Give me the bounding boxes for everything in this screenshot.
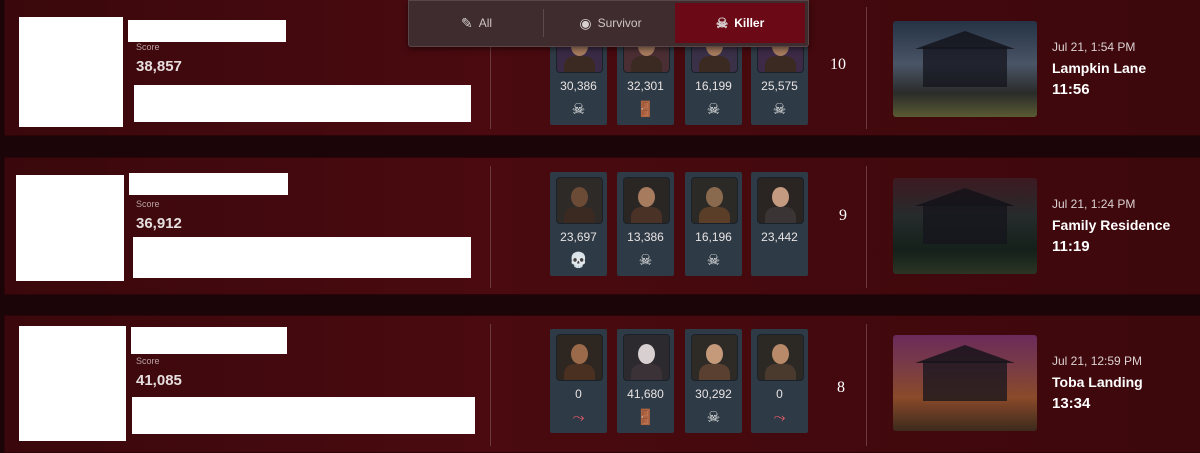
divider xyxy=(866,166,867,288)
survivor-points: 13,386 xyxy=(627,230,664,244)
survivor-portrait xyxy=(691,334,738,381)
tab-label: Survivor xyxy=(597,16,642,30)
tab-label: Killer xyxy=(734,16,765,30)
match-date: Jul 21, 12:59 PM xyxy=(1052,354,1143,368)
tab-label: All xyxy=(478,16,493,30)
tab-all[interactable]: ✎ All xyxy=(411,3,542,43)
redacted-details xyxy=(134,85,471,122)
redacted-player-name xyxy=(131,327,287,354)
survivor-points: 41,680 xyxy=(627,387,664,401)
redacted-avatar xyxy=(19,326,126,441)
tab-survivor[interactable]: ◉ Survivor xyxy=(545,3,676,43)
match-rank: 8 xyxy=(837,379,845,396)
match-rank: 10 xyxy=(830,56,846,73)
survivor-points: 16,199 xyxy=(695,79,732,93)
disconnected-icon: ⤳ xyxy=(572,409,585,426)
redacted-avatar xyxy=(19,17,123,127)
survivor-points: 23,697 xyxy=(560,230,597,244)
redacted-player-name xyxy=(128,20,286,42)
survivor-points: 0 xyxy=(776,387,783,401)
divider xyxy=(490,166,491,288)
divider xyxy=(490,324,491,446)
killed-icon: 💀 xyxy=(569,252,588,269)
escaped-icon: 🚪 xyxy=(636,409,655,426)
survivor-card[interactable]: 0 ⤳ xyxy=(550,329,607,433)
sacrificed-icon: ☠ xyxy=(772,101,787,118)
survivor-portrait xyxy=(691,177,738,224)
match-rank: 9 xyxy=(839,207,847,224)
killer-icon: ☠ xyxy=(715,15,729,31)
score-value: 38,857 xyxy=(136,58,182,75)
match-date: Jul 21, 1:54 PM xyxy=(1052,40,1136,54)
role-filter-tabs: ✎ All ◉ Survivor ☠ Killer xyxy=(408,0,809,47)
map-name: Lampkin Lane xyxy=(1052,60,1147,76)
sacrificed-icon: ☠ xyxy=(571,101,586,118)
survivor-card[interactable]: 30,292 ☠ xyxy=(685,329,742,433)
divider xyxy=(866,7,867,129)
score-label: Score xyxy=(136,42,160,52)
survivor-card[interactable]: 23,697 💀 xyxy=(550,172,607,276)
escaped-icon: 🚪 xyxy=(636,101,655,118)
score-value: 36,912 xyxy=(136,215,182,232)
divider xyxy=(543,9,544,37)
survivor-portrait xyxy=(623,334,670,381)
map-name: Toba Landing xyxy=(1052,374,1143,390)
survivor-portrait xyxy=(556,177,603,224)
survivor-points: 30,292 xyxy=(695,387,732,401)
match-date: Jul 21, 1:24 PM xyxy=(1052,197,1136,211)
redacted-player-name xyxy=(129,173,288,195)
survivor-portrait xyxy=(757,334,804,381)
match-duration: 11:56 xyxy=(1052,81,1090,98)
match-row[interactable]: Score 36,912 23,697 💀 13,386 ☠ 16,196 ☠ … xyxy=(4,157,1200,295)
survivor-portrait xyxy=(623,177,670,224)
sacrificed-icon: ☠ xyxy=(638,252,653,269)
survivor-points: 30,386 xyxy=(560,79,597,93)
redacted-details xyxy=(133,237,471,278)
map-name: Family Residence xyxy=(1052,217,1171,233)
score-value: 41,085 xyxy=(136,372,182,389)
score-label: Score xyxy=(136,199,160,209)
match-duration: 13:34 xyxy=(1052,395,1091,412)
survivor-portrait xyxy=(757,177,804,224)
redacted-details xyxy=(132,397,475,434)
map-thumbnail xyxy=(893,21,1037,117)
match-duration: 11:19 xyxy=(1052,238,1090,255)
score-label: Score xyxy=(136,356,160,366)
sacrificed-icon: ☠ xyxy=(706,409,721,426)
survivor-icon: ◉ xyxy=(579,15,592,31)
survivor-card[interactable]: 0 ⤳ xyxy=(751,329,808,433)
tab-killer[interactable]: ☠ Killer xyxy=(675,3,805,43)
survivor-points: 16,196 xyxy=(695,230,732,244)
map-thumbnail xyxy=(893,178,1037,274)
survivor-points: 0 xyxy=(575,387,582,401)
match-row[interactable]: Score 41,085 0 ⤳ 41,680 🚪 30,292 ☠ 0 ⤳ 8… xyxy=(4,315,1200,453)
survivor-portrait xyxy=(556,334,603,381)
disconnected-icon: ⤳ xyxy=(773,409,786,426)
redacted-avatar xyxy=(16,175,124,281)
sacrificed-icon: ☠ xyxy=(706,252,721,269)
divider xyxy=(866,324,867,446)
all-icon: ✎ xyxy=(460,15,473,31)
survivor-card[interactable]: 41,680 🚪 xyxy=(617,329,674,433)
survivor-card[interactable]: 16,196 ☠ xyxy=(685,172,742,276)
survivor-card[interactable]: 13,386 ☠ xyxy=(617,172,674,276)
map-thumbnail xyxy=(893,335,1037,431)
survivor-card[interactable]: 23,442 xyxy=(751,172,808,276)
sacrificed-icon: ☠ xyxy=(706,101,721,118)
survivor-points: 25,575 xyxy=(761,79,798,93)
survivor-points: 32,301 xyxy=(627,79,664,93)
survivor-points: 23,442 xyxy=(761,230,798,244)
